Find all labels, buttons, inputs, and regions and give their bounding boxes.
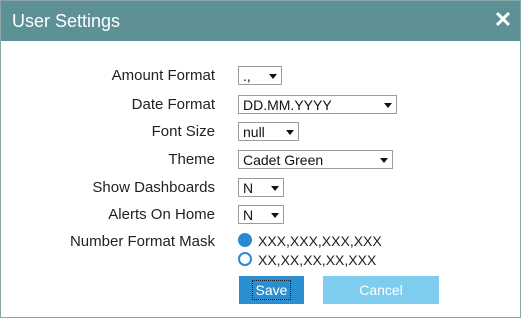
dialog-title: User Settings	[12, 11, 121, 31]
radio-unchecked-icon[interactable]	[238, 252, 252, 266]
theme-value: Cadet Green	[243, 152, 324, 168]
chevron-down-icon	[286, 130, 294, 135]
chevron-down-icon	[271, 213, 279, 218]
font-size-label: Font Size	[151, 123, 215, 140]
date-format-select[interactable]: DD.MM.YYYY	[238, 95, 397, 114]
show-dashboards-value: N	[243, 180, 254, 196]
font-size-value: null	[243, 124, 265, 140]
show-dashboards-label: Show Dashboards	[92, 179, 215, 196]
show-dashboards-select[interactable]: N	[238, 178, 284, 197]
amount-format-value: .,	[243, 68, 251, 84]
number-format-mask-label: Number Format Mask	[69, 233, 215, 250]
font-size-select[interactable]: null	[238, 122, 299, 141]
save-button-label: Save	[251, 280, 292, 300]
alerts-on-home-value: N	[243, 207, 254, 223]
date-format-value: DD.MM.YYYY	[243, 97, 332, 113]
radio-checked-icon[interactable]	[238, 233, 252, 247]
date-format-label: Date Format	[131, 96, 215, 113]
chevron-down-icon	[384, 103, 392, 108]
number-mask-option-1-label: XXX,XXX,XXX,XXX	[258, 233, 382, 249]
chevron-down-icon	[271, 186, 279, 191]
amount-format-select[interactable]: .,	[238, 66, 282, 85]
chevron-down-icon	[380, 158, 388, 163]
cancel-button[interactable]: Cancel	[323, 276, 439, 304]
save-button[interactable]: Save	[239, 276, 304, 304]
alerts-on-home-select[interactable]: N	[238, 205, 284, 224]
number-mask-option-2-label: XX,XX,XX,XX,XXX	[258, 252, 377, 268]
theme-select[interactable]: Cadet Green	[238, 150, 393, 169]
chevron-down-icon	[269, 74, 277, 79]
alerts-on-home-label: Alerts On Home	[108, 206, 215, 223]
dialog-titlebar: User Settings ✕	[1, 1, 520, 41]
user-settings-dialog: User Settings ✕ Amount Format ., Date Fo…	[0, 0, 521, 318]
theme-label: Theme	[168, 151, 215, 168]
close-icon[interactable]: ✕	[492, 7, 514, 33]
amount-format-label: Amount Format	[111, 67, 215, 84]
